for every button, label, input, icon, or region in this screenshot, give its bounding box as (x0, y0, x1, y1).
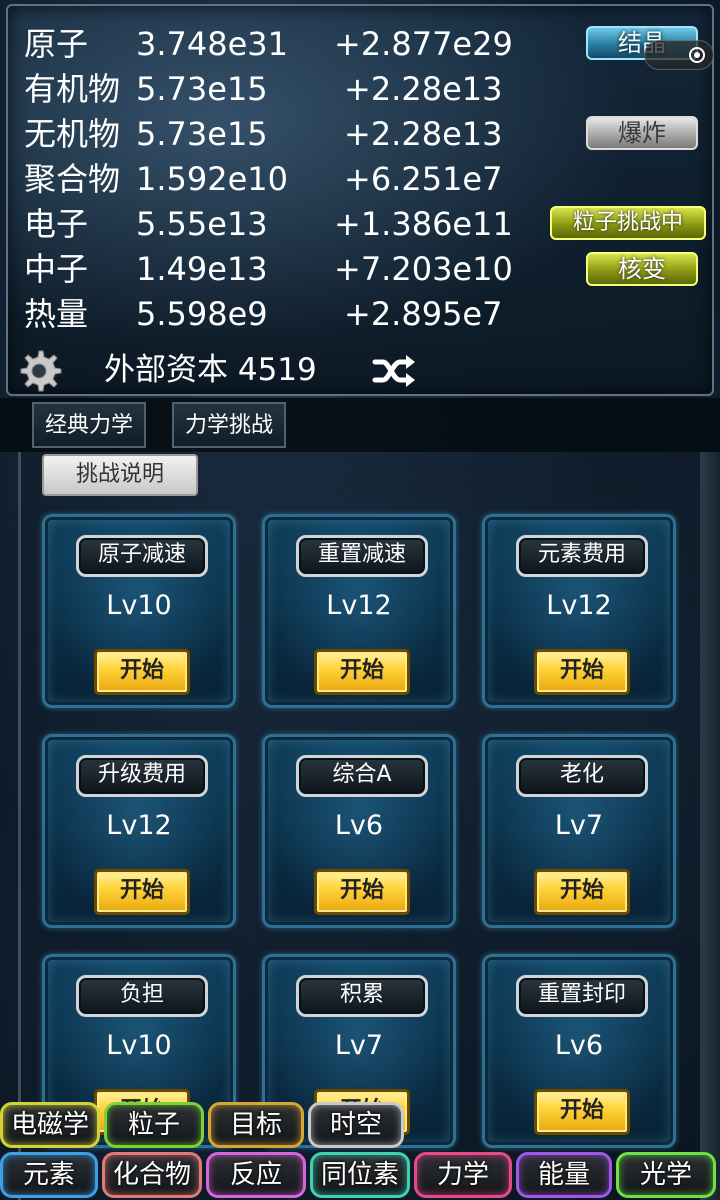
resource-value: 5.73e15 (136, 115, 268, 153)
nav-compound[interactable]: 化合物 (102, 1152, 202, 1198)
resource-panel: 原子 3.748e31 +2.877e29 有机物 5.73e15 +2.28e… (6, 4, 714, 396)
challenge-name: 老化 (516, 755, 648, 797)
challenge-name: 综合A (296, 755, 428, 797)
start-button[interactable]: 开始 (534, 649, 630, 695)
particle-challenge-button[interactable]: 粒子挑战中 (550, 206, 706, 240)
challenge-card: 重置减速 Lv12 开始 (262, 514, 456, 708)
resource-name: 热量 (24, 295, 89, 333)
resource-name: 聚合物 (24, 160, 121, 198)
challenge-name: 原子减速 (76, 535, 208, 577)
start-button[interactable]: 开始 (94, 869, 190, 915)
resource-name: 中子 (24, 250, 89, 288)
challenge-level: Lv10 (106, 1030, 172, 1061)
explode-button[interactable]: 爆炸 (586, 116, 698, 150)
resource-name: 电子 (24, 205, 89, 243)
fission-button[interactable]: 核变 (586, 252, 698, 286)
challenge-name: 重置封印 (516, 975, 648, 1017)
challenge-card: 重置封印 Lv6 开始 (482, 954, 676, 1148)
resource-rate: +2.28e13 (344, 70, 503, 108)
resource-value: 5.598e9 (136, 295, 268, 333)
challenge-name: 重置减速 (296, 535, 428, 577)
resource-name: 有机物 (24, 70, 121, 108)
challenge-name: 积累 (296, 975, 428, 1017)
resource-value: 5.73e15 (136, 70, 268, 108)
challenge-help-button[interactable]: 挑战说明 (42, 454, 198, 496)
start-button[interactable]: 开始 (534, 869, 630, 915)
external-capital: 外部资本 4519 (104, 352, 317, 388)
toggle-icon[interactable] (644, 40, 714, 70)
tab-mechanics-challenge[interactable]: 力学挑战 (172, 402, 286, 448)
challenge-level: Lv6 (554, 1030, 604, 1061)
challenge-level: Lv12 (326, 590, 392, 621)
resource-value: 3.748e31 (136, 25, 289, 63)
scrollbar[interactable] (700, 452, 720, 1200)
nav-particle[interactable]: 粒子 (104, 1102, 204, 1148)
challenge-level: Lv7 (554, 810, 604, 841)
resource-rate: +6.251e7 (344, 160, 503, 198)
challenge-level: Lv6 (334, 810, 384, 841)
nav-optics[interactable]: 光学 (616, 1152, 716, 1198)
resource-value: 1.592e10 (136, 160, 289, 198)
start-button[interactable]: 开始 (314, 869, 410, 915)
resource-value: 1.49e13 (136, 250, 268, 288)
resource-rate: +1.386e11 (334, 205, 513, 243)
nav-element[interactable]: 元素 (0, 1152, 98, 1198)
start-button[interactable]: 开始 (534, 1089, 630, 1135)
toggle-knob (689, 47, 705, 63)
start-button[interactable]: 开始 (94, 649, 190, 695)
nav-spacetime[interactable]: 时空 (308, 1102, 404, 1148)
challenge-card: 原子减速 Lv10 开始 (42, 514, 236, 708)
nav-target[interactable]: 目标 (208, 1102, 304, 1148)
challenge-name: 升级费用 (76, 755, 208, 797)
tab-classic-mechanics[interactable]: 经典力学 (32, 402, 146, 448)
nav-isotope[interactable]: 同位素 (310, 1152, 410, 1198)
challenge-card: 老化 Lv7 开始 (482, 734, 676, 928)
nav-reaction[interactable]: 反应 (206, 1152, 306, 1198)
resource-value: 5.55e13 (136, 205, 268, 243)
challenge-name: 元素费用 (516, 535, 648, 577)
resource-rate: +2.877e29 (334, 25, 513, 63)
gear-icon[interactable] (16, 348, 62, 394)
shuffle-icon[interactable] (372, 354, 416, 388)
challenge-card: 元素费用 Lv12 开始 (482, 514, 676, 708)
challenge-level: Lv10 (106, 590, 172, 621)
nav-electromagnetism[interactable]: 电磁学 (0, 1102, 100, 1148)
challenge-level: Lv12 (546, 590, 612, 621)
resource-name: 无机物 (24, 115, 121, 153)
resource-name: 原子 (24, 25, 89, 63)
challenge-level: Lv7 (334, 1030, 384, 1061)
challenge-level: Lv12 (106, 810, 172, 841)
challenge-card: 综合A Lv6 开始 (262, 734, 456, 928)
nav-energy[interactable]: 能量 (516, 1152, 612, 1198)
challenge-card: 升级费用 Lv12 开始 (42, 734, 236, 928)
resource-rate: +7.203e10 (334, 250, 513, 288)
resource-rate: +2.28e13 (344, 115, 503, 153)
resource-rate: +2.895e7 (344, 295, 503, 333)
nav-mechanics[interactable]: 力学 (414, 1152, 512, 1198)
start-button[interactable]: 开始 (314, 649, 410, 695)
challenge-name: 负担 (76, 975, 208, 1017)
